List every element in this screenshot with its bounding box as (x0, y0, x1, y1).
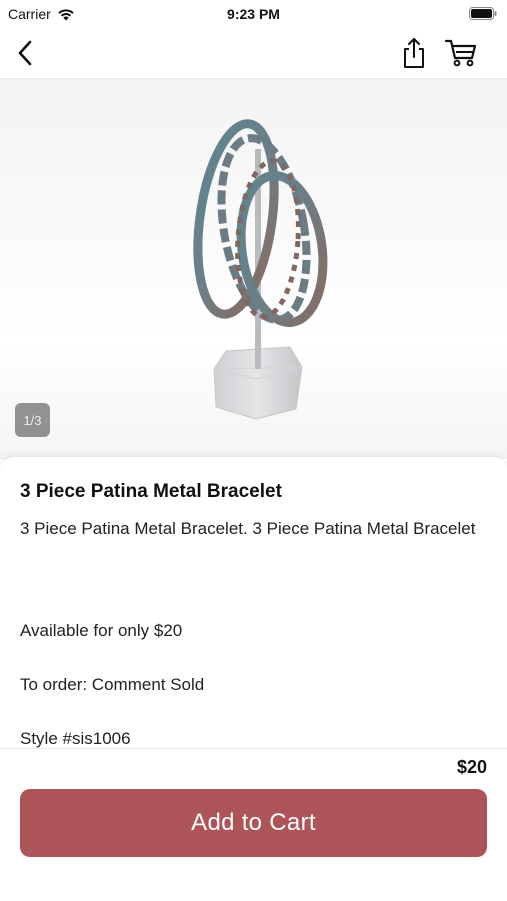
battery-icon (469, 7, 497, 20)
navigation-bar (0, 28, 507, 79)
status-bar: Carrier 9:23 PM (0, 0, 507, 28)
bracelet-photo (193, 119, 328, 420)
share-icon (404, 38, 424, 68)
clock: 9:23 PM (227, 6, 280, 22)
product-image[interactable] (0, 79, 507, 459)
order-info-text: To order: Comment Sold (20, 675, 205, 694)
image-counter: 1/3 (15, 403, 50, 437)
back-button[interactable] (8, 36, 42, 70)
add-to-cart-button[interactable]: Add to Cart (20, 789, 487, 857)
cart-icon (444, 39, 477, 67)
product-details-card: 3 Piece Patina Metal Bracelet 3 Piece Pa… (0, 457, 507, 757)
product-description: 3 Piece Patina Metal Bracelet. 3 Piece P… (20, 519, 476, 538)
cart-button[interactable] (444, 36, 478, 70)
purchase-bar: $20 Add to Cart (0, 748, 507, 901)
availability-text: Available for only $20 (20, 621, 183, 640)
product-title: 3 Piece Patina Metal Bracelet (20, 481, 282, 502)
chevron-left-icon (18, 40, 32, 66)
share-button[interactable] (397, 36, 431, 70)
product-price: $20 (456, 757, 487, 777)
style-number-text: Style #sis1006 (20, 729, 131, 748)
